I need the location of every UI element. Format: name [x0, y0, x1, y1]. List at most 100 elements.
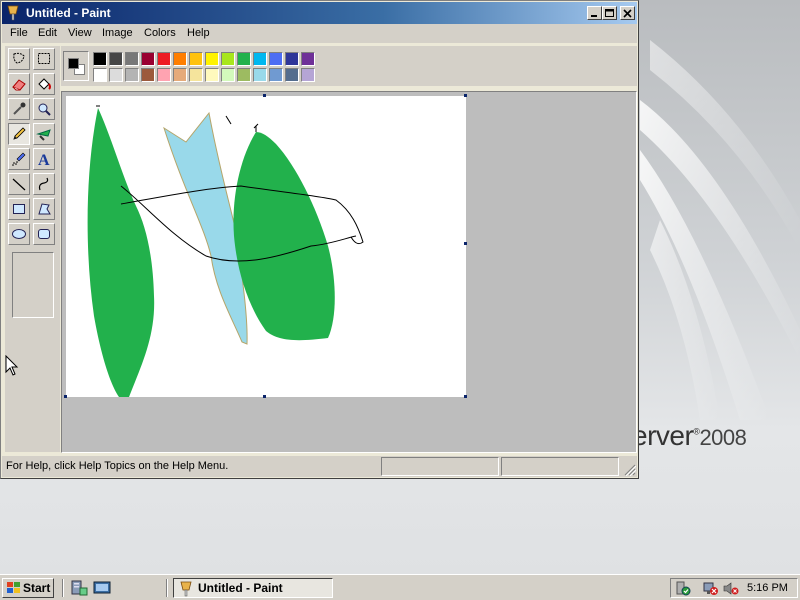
palette-swatch[interactable]	[237, 68, 251, 82]
taskbar-paint-button[interactable]: Untitled - Paint	[173, 578, 333, 598]
palette-swatch[interactable]	[237, 52, 251, 66]
taskbar: Start Untitled - Paint 5:16 PM	[0, 574, 800, 600]
resize-handle-right[interactable]	[464, 242, 467, 245]
palette-swatch[interactable]	[269, 52, 283, 66]
volume-muted-icon[interactable]	[723, 581, 739, 596]
palette-swatch[interactable]	[285, 52, 299, 66]
select-tool[interactable]	[33, 48, 55, 70]
clock[interactable]: 5:16 PM	[747, 582, 788, 594]
palette-swatch[interactable]	[157, 52, 171, 66]
canvas-workspace	[61, 91, 637, 453]
canvas-drawing	[87, 105, 364, 397]
palette-swatch[interactable]	[205, 52, 219, 66]
start-button[interactable]: Start	[2, 578, 54, 598]
paint-bucket-icon	[38, 78, 51, 90]
resize-handle-top	[263, 94, 266, 97]
palette-swatch[interactable]	[285, 68, 299, 82]
palette-swatch[interactable]	[205, 68, 219, 82]
menu-image[interactable]: Image	[102, 27, 133, 39]
palette-swatch[interactable]	[141, 52, 155, 66]
palette-swatch[interactable]	[141, 68, 155, 82]
pencil-tool[interactable]	[8, 123, 30, 145]
pencil-mark-center	[253, 123, 259, 132]
palette-swatch[interactable]	[93, 68, 107, 82]
show-desktop-icon[interactable]	[93, 580, 111, 596]
palette-swatch[interactable]	[125, 68, 139, 82]
green-leaf-left	[87, 108, 155, 397]
free-form-select-tool[interactable]	[8, 48, 30, 70]
palette-swatch[interactable]	[221, 52, 235, 66]
palette-swatch[interactable]	[189, 68, 203, 82]
paint-task-icon	[180, 581, 192, 597]
close-button[interactable]	[620, 6, 635, 20]
palette-swatch[interactable]	[189, 52, 203, 66]
drawing-canvas[interactable]	[66, 96, 466, 397]
windows-flag-icon	[7, 582, 20, 593]
menu-view[interactable]: View	[68, 27, 92, 39]
polygon-icon	[38, 203, 51, 215]
paint-app-icon	[7, 5, 19, 21]
line-tool[interactable]	[8, 173, 30, 195]
rounded-rectangle-tool[interactable]	[33, 223, 55, 245]
palette-swatch[interactable]	[221, 68, 235, 82]
curve-icon	[38, 177, 49, 191]
eraser-tool[interactable]	[8, 73, 30, 95]
menu-help[interactable]: Help	[187, 27, 210, 39]
windows-server-brand: erver®2008	[632, 420, 747, 452]
maximize-icon	[605, 9, 614, 17]
palette-swatch[interactable]	[125, 52, 139, 66]
system-tray: 5:16 PM	[670, 578, 798, 598]
resize-handle-corner[interactable]	[464, 395, 467, 398]
pick-color-tool[interactable]	[8, 98, 30, 120]
palette-swatch[interactable]	[109, 52, 123, 66]
resize-grip-icon[interactable]	[624, 464, 636, 476]
palette-swatch[interactable]	[173, 52, 187, 66]
airbrush-tool[interactable]	[8, 148, 30, 170]
foreground-color-swatch[interactable]	[68, 58, 79, 69]
security-icon[interactable]	[675, 581, 691, 596]
text-tool[interactable]: A	[33, 148, 55, 170]
magnifier-tool[interactable]	[33, 98, 55, 120]
palette-swatch[interactable]	[253, 68, 267, 82]
pencil-mark-right	[225, 115, 232, 125]
window-title: Untitled - Paint	[26, 6, 111, 20]
menu-colors[interactable]: Colors	[144, 27, 176, 39]
palette-swatch[interactable]	[157, 68, 171, 82]
title-bar[interactable]: Untitled - Paint	[2, 2, 637, 24]
paint-window: Untitled - Paint File Edit View Image Co…	[0, 0, 639, 479]
maximize-button[interactable]	[602, 6, 617, 20]
palette-swatch[interactable]	[173, 68, 187, 82]
svg-text:A: A	[38, 152, 50, 167]
eraser-icon	[12, 79, 26, 91]
network-disconnected-icon[interactable]	[703, 581, 719, 596]
resize-handle-bottom-left	[64, 395, 67, 398]
server-manager-icon[interactable]	[70, 580, 88, 596]
palette-swatch[interactable]	[301, 68, 315, 82]
fill-with-color-tool[interactable]	[33, 73, 55, 95]
menu-file[interactable]: File	[10, 27, 28, 39]
polygon-tool[interactable]	[33, 198, 55, 220]
menu-edit[interactable]: Edit	[38, 27, 57, 39]
palette-swatch[interactable]	[109, 68, 123, 82]
ellipse-tool[interactable]	[8, 223, 30, 245]
tool-options-box[interactable]	[12, 252, 54, 318]
brand-year: 2008	[699, 425, 747, 450]
brush-tool[interactable]	[33, 123, 55, 145]
brand-text: erver	[632, 420, 694, 451]
brush-icon	[36, 129, 51, 141]
palette-swatch[interactable]	[253, 52, 267, 66]
color-palette	[61, 46, 637, 86]
rectangle-tool[interactable]	[8, 198, 30, 220]
minimize-button[interactable]	[587, 6, 602, 20]
resize-handle-bottom[interactable]	[263, 395, 266, 398]
status-pane-position	[381, 457, 499, 476]
curve-tool[interactable]	[33, 173, 55, 195]
taskbar-separator-2	[166, 579, 168, 597]
status-help-text: For Help, click Help Topics on the Help …	[6, 460, 229, 472]
palette-swatch[interactable]	[93, 52, 107, 66]
line-icon	[12, 178, 26, 191]
rectangle-icon	[13, 204, 25, 214]
green-leaf-right	[233, 132, 335, 341]
palette-swatch[interactable]	[269, 68, 283, 82]
palette-swatch[interactable]	[301, 52, 315, 66]
